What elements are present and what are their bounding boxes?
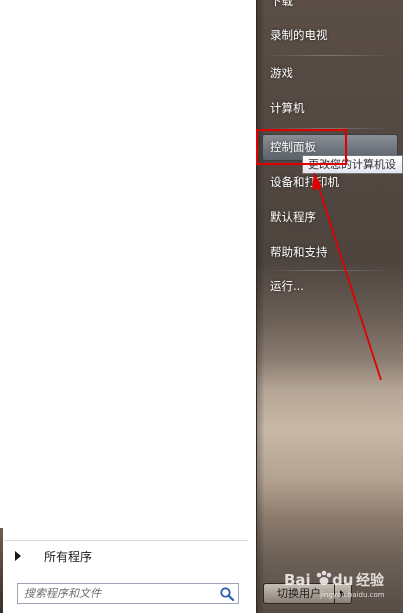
svg-text:Bai: Bai: [284, 571, 311, 589]
menu-item-help-support[interactable]: 帮助和支持: [270, 240, 328, 264]
svg-text:jingyan.baidu.com: jingyan.baidu.com: [319, 591, 385, 599]
menu-item-default-programs[interactable]: 默认程序: [270, 205, 316, 229]
search-icon[interactable]: [219, 586, 235, 602]
taskbar-edge: [0, 528, 3, 613]
menu-item-downloads[interactable]: 下载: [270, 0, 293, 13]
menu-item-games[interactable]: 游戏: [270, 61, 293, 85]
svg-text:经验: 经验: [356, 572, 385, 589]
search-input[interactable]: [24, 585, 212, 602]
menu-item-computer[interactable]: 计算机: [270, 96, 305, 120]
all-programs-button[interactable]: 所有程序: [4, 540, 248, 571]
svg-text:du: du: [332, 571, 353, 589]
all-programs-label: 所有程序: [44, 549, 93, 564]
right-arrow-icon: [15, 551, 21, 561]
baidu-paw-icon: [316, 570, 332, 585]
menu-item-recorded-tv[interactable]: 录制的电视: [270, 23, 328, 47]
baidu-watermark: Bai du 经验 jingyan.baidu.com: [284, 570, 385, 599]
start-menu-right-pane: [256, 0, 403, 613]
annotation-highlight-box: [256, 129, 347, 165]
search-box[interactable]: [17, 583, 239, 604]
pane-shadow: [257, 0, 265, 613]
menu-item-run[interactable]: 运行...: [270, 274, 304, 298]
start-menu-left-pane: [0, 0, 256, 613]
menu-divider: [264, 55, 392, 56]
menu-divider: [264, 270, 392, 271]
